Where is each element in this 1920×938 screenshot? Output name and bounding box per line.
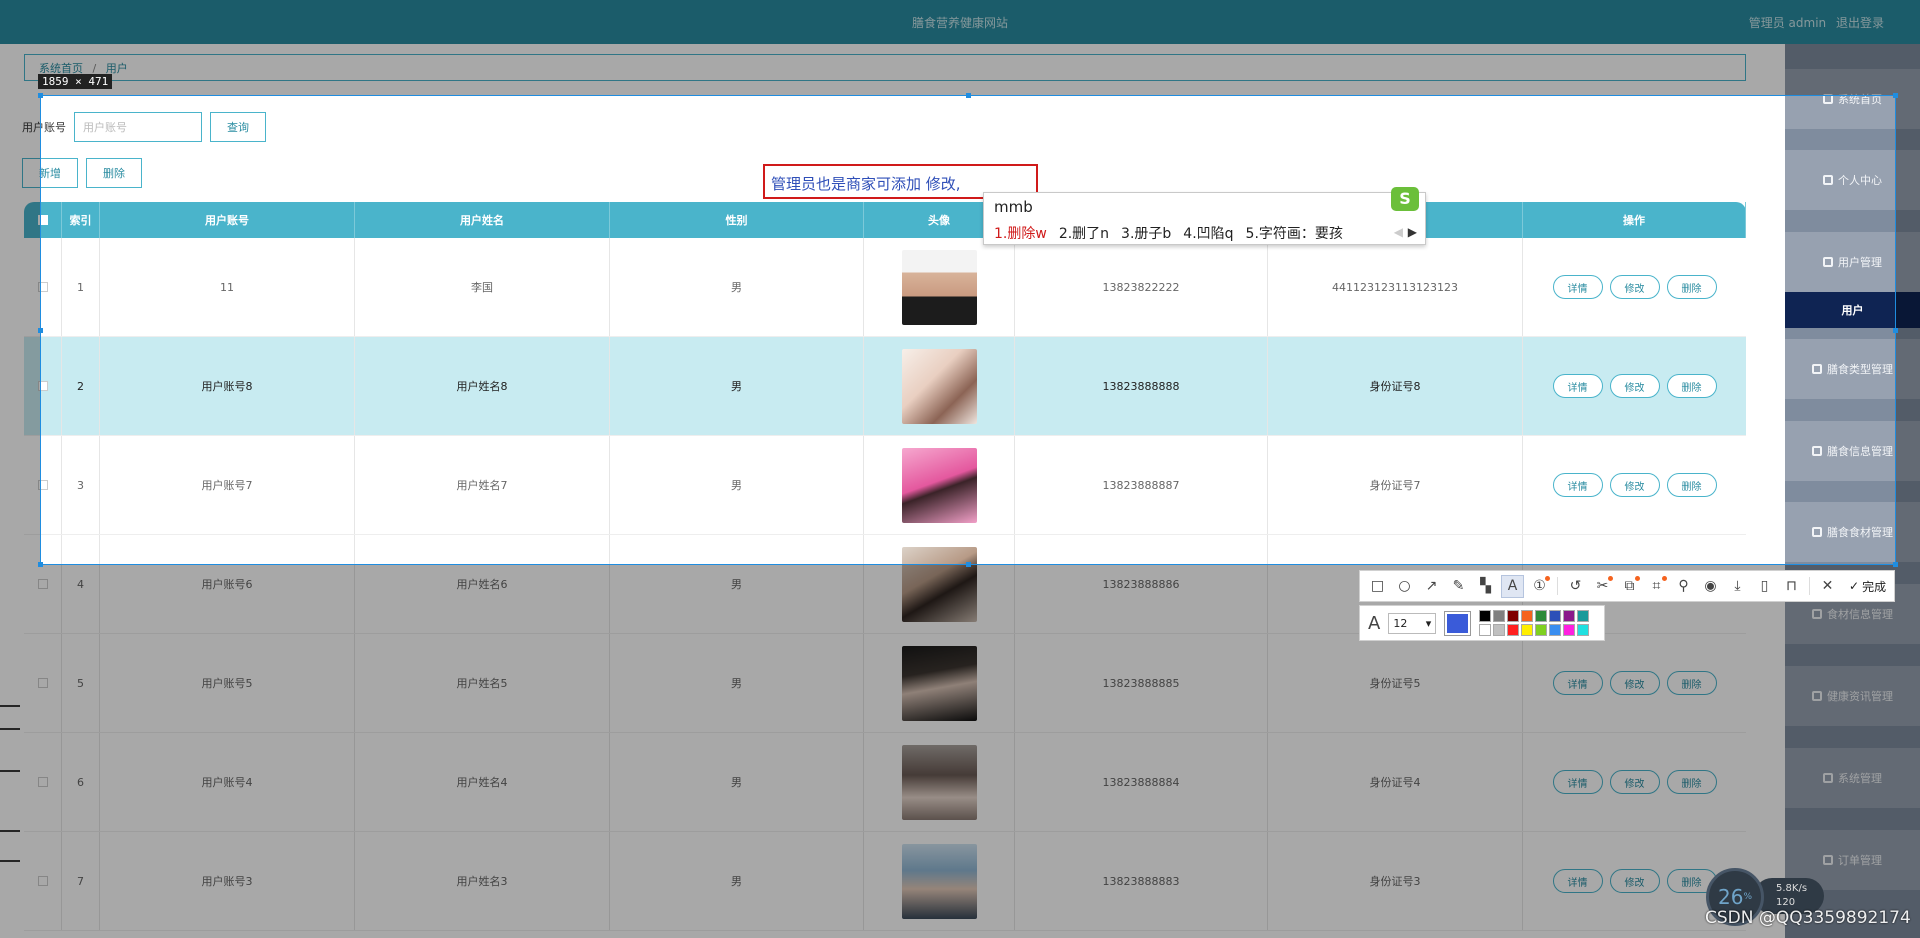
capture-dim-right: [1896, 95, 1920, 565]
color-swatch[interactable]: [1493, 624, 1506, 636]
ellipse-icon[interactable]: ○: [1393, 575, 1416, 598]
close-icon[interactable]: ✕: [1816, 575, 1839, 598]
color-swatch[interactable]: [1521, 610, 1534, 622]
ime-next-page-icon[interactable]: ▶: [1408, 225, 1417, 239]
color-swatch[interactable]: [1479, 624, 1492, 636]
color-swatch[interactable]: [1507, 610, 1520, 622]
ocr-icon[interactable]: ⌗: [1645, 575, 1668, 598]
ime-prev-page-icon[interactable]: ◀: [1394, 225, 1403, 239]
color-swatch[interactable]: [1577, 624, 1590, 636]
capture-dim-top: [0, 0, 1920, 95]
bookmark-icon[interactable]: ⊓: [1780, 575, 1803, 598]
ime-candidate[interactable]: 1.删除w: [994, 223, 1047, 243]
ime-composition: mmb: [994, 198, 1033, 216]
check-icon: ✓: [1849, 579, 1860, 593]
capture-dim-bottom: [0, 565, 1920, 938]
translate-icon[interactable]: ⧉: [1618, 575, 1641, 598]
upload-speed: 5.8K/s: [1776, 883, 1808, 894]
mosaic-icon[interactable]: ▚: [1474, 575, 1497, 598]
color-swatch[interactable]: [1535, 624, 1548, 636]
resize-handle[interactable]: [1893, 562, 1898, 567]
color-swatch[interactable]: [1507, 624, 1520, 636]
color-palette: [1479, 610, 1590, 636]
resize-handle[interactable]: [1893, 93, 1898, 98]
font-size-value: 12: [1393, 616, 1408, 630]
ime-candidate[interactable]: 2.删了n: [1059, 223, 1109, 243]
percent-unit: %: [1743, 892, 1752, 902]
resize-handle[interactable]: [38, 328, 43, 333]
current-color-fill: [1447, 613, 1469, 633]
resize-handle[interactable]: [38, 93, 43, 98]
ime-candidate-list: 1.删除w 2.删了n 3.册子b 4.凹陷q 5.字符画：要孩: [994, 223, 1343, 243]
pin-icon[interactable]: ⚲: [1672, 575, 1695, 598]
rectangle-icon[interactable]: □: [1366, 575, 1389, 598]
color-swatch[interactable]: [1549, 624, 1562, 636]
capture-dim-left: [0, 95, 40, 565]
current-color-swatch[interactable]: [1444, 610, 1472, 636]
done-button[interactable]: ✓ 完成: [1843, 578, 1892, 595]
record-icon[interactable]: ◉: [1699, 575, 1722, 598]
color-swatch[interactable]: [1563, 624, 1576, 636]
ime-candidate-window: mmb 1.删除w 2.删了n 3.册子b 4.凹陷q 5.字符画：要孩 S ◀…: [983, 187, 1426, 245]
resize-handle[interactable]: [1893, 328, 1898, 333]
sogou-logo-icon: S: [1391, 187, 1419, 211]
undo-icon[interactable]: ↺: [1564, 575, 1587, 598]
ime-candidate[interactable]: 4.凹陷q: [1183, 223, 1233, 243]
color-swatch[interactable]: [1577, 610, 1590, 622]
scissors-icon[interactable]: ✂: [1591, 575, 1614, 598]
color-swatch[interactable]: [1521, 624, 1534, 636]
phone-icon[interactable]: ▯: [1753, 575, 1776, 598]
chevron-down-icon: ▾: [1425, 616, 1432, 630]
text-style-bar: A 12 ▾: [1359, 605, 1605, 641]
color-swatch[interactable]: [1549, 610, 1562, 622]
color-swatch[interactable]: [1493, 610, 1506, 622]
toolbar-divider: [1557, 577, 1558, 595]
memory-percent: 26: [1717, 885, 1744, 909]
color-swatch[interactable]: [1535, 610, 1548, 622]
resize-handle[interactable]: [38, 562, 43, 567]
text-icon[interactable]: A: [1501, 574, 1524, 598]
pen-icon[interactable]: ✎: [1447, 575, 1470, 598]
resize-handle[interactable]: [966, 562, 971, 567]
ime-candidate[interactable]: 5.字符画：要孩: [1246, 223, 1343, 243]
number-marker-icon[interactable]: ①: [1528, 575, 1551, 598]
font-size-select[interactable]: 12 ▾: [1388, 612, 1437, 634]
resize-handle[interactable]: [966, 93, 971, 98]
color-swatch[interactable]: [1563, 610, 1576, 622]
download-icon[interactable]: ⤓: [1726, 575, 1749, 598]
toolbar-divider: [1809, 577, 1810, 595]
color-swatch[interactable]: [1479, 610, 1492, 622]
ime-candidate[interactable]: 3.册子b: [1121, 223, 1171, 243]
done-label: 完成: [1862, 579, 1887, 594]
screenshot-toolbar: □ ○ ↗ ✎ ▚ A ① ↺ ✂ ⧉ ⌗ ⚲ ◉ ⤓ ▯ ⊓ ✕ ✓ 完成: [1359, 570, 1895, 602]
font-icon: A: [1368, 612, 1381, 634]
watermark-text: CSDN @QQ3359892174: [1705, 908, 1911, 928]
arrow-icon[interactable]: ↗: [1420, 575, 1443, 598]
capture-size-label: 1859 × 471: [38, 74, 113, 89]
